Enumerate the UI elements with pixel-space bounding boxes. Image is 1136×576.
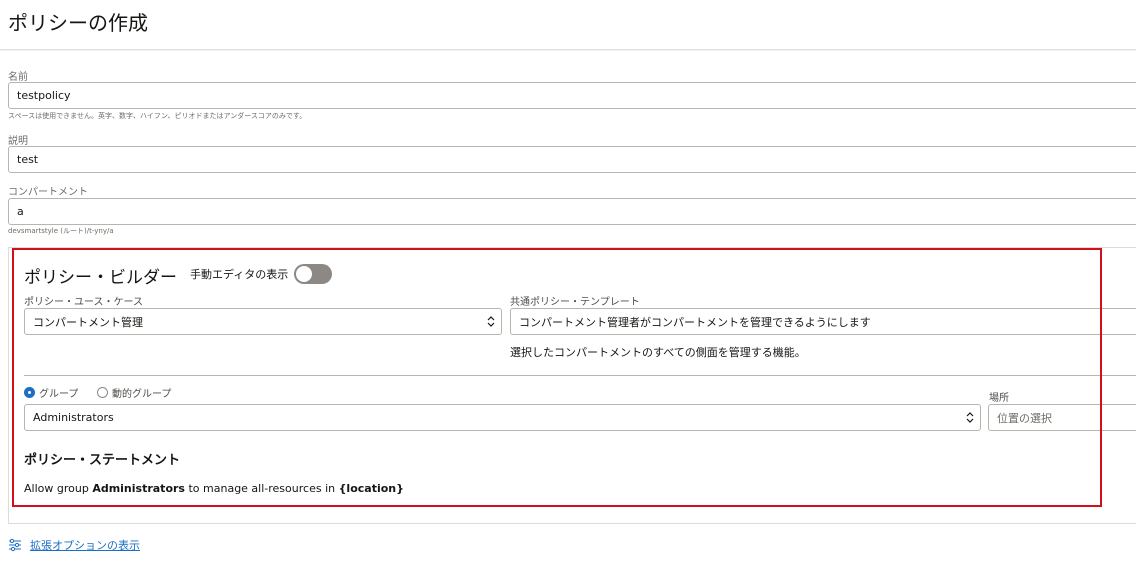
radio-unchecked-icon[interactable]: [97, 387, 108, 398]
radio-checked-icon[interactable]: [24, 387, 35, 398]
group-select[interactable]: Administrators: [24, 404, 981, 431]
policy-statement-text: Allow group Administrators to manage all…: [24, 482, 404, 495]
advanced-options-link[interactable]: 拡張オプションの表示: [8, 537, 140, 553]
statement-middle: to manage all-resources in: [184, 482, 339, 495]
template-label: 共通ポリシー・テンプレート: [510, 297, 640, 308]
compartment-select[interactable]: a: [8, 198, 1136, 225]
description-value: test: [17, 153, 39, 166]
name-label: 名前: [8, 72, 28, 83]
radio-dynamic-group-label: 動的グループ: [112, 389, 172, 400]
location-select[interactable]: 位置の選択: [988, 404, 1136, 431]
radio-group-option[interactable]: グループ: [24, 385, 78, 400]
toggle-knob: [296, 266, 312, 282]
radio-group-label: グループ: [39, 389, 79, 400]
description-field[interactable]: test: [8, 146, 1136, 173]
radio-dynamic-group-option[interactable]: 動的グループ: [97, 385, 171, 400]
location-label: 場所: [989, 393, 1009, 404]
name-field[interactable]: testpolicy: [8, 82, 1136, 109]
compartment-value: a: [17, 205, 24, 218]
group-select-value: Administrators: [33, 411, 114, 424]
template-value: コンパートメント管理者がコンパートメントを管理できるようにします: [519, 315, 871, 329]
sliders-icon: [9, 538, 21, 552]
template-select[interactable]: コンパートメント管理者がコンパートメントを管理できるようにします: [510, 308, 1136, 335]
page-header: ポリシーの作成: [0, 0, 1136, 50]
use-case-label: ポリシー・ユース・ケース: [24, 297, 143, 308]
use-case-select[interactable]: コンパートメント管理: [24, 308, 502, 335]
page-title: ポリシーの作成: [8, 11, 148, 35]
chevron-updown-icon: [487, 316, 495, 327]
compartment-path: devsmartstyle (ルート)/t-yny/a: [8, 227, 114, 235]
statement-location: {location}: [338, 482, 404, 495]
use-case-value: コンパートメント管理: [33, 315, 143, 329]
template-description: 選択したコンパートメントのすべての側面を管理する機能。: [510, 346, 806, 359]
policy-statement-title: ポリシー・ステートメント: [24, 453, 181, 468]
name-hint: スペースは使用できません。英字、数字、ハイフン、ピリオドまたはアンダースコアのみ…: [8, 112, 307, 120]
divider: [24, 375, 1136, 376]
location-placeholder: 位置の選択: [997, 411, 1052, 425]
statement-prefix: Allow group: [24, 482, 93, 495]
manual-editor-toggle[interactable]: [294, 264, 332, 284]
statement-group: Administrators: [92, 482, 185, 495]
chevron-updown-icon: [966, 412, 974, 423]
description-label: 説明: [8, 136, 28, 147]
name-value: testpolicy: [17, 89, 71, 102]
advanced-options-label[interactable]: 拡張オプションの表示: [30, 537, 140, 553]
compartment-label: コンパートメント: [8, 187, 88, 198]
policy-builder-title: ポリシー・ビルダー: [24, 268, 177, 288]
manual-editor-label: 手動エディタの表示: [190, 268, 289, 281]
